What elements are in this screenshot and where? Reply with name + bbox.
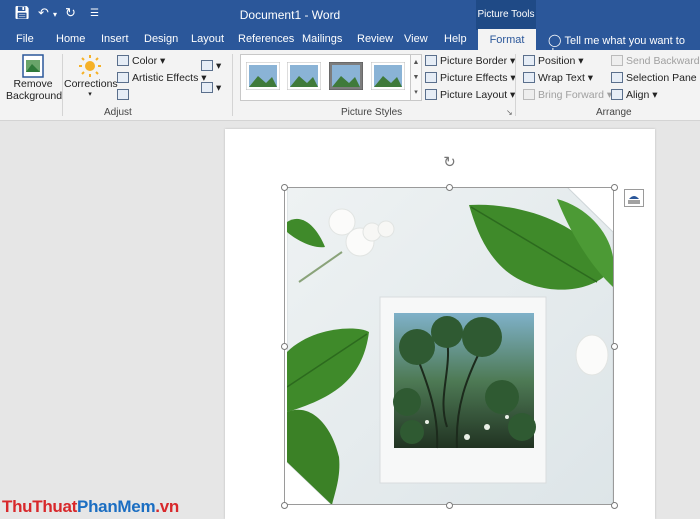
resize-handle[interactable] (281, 343, 288, 350)
position-icon (523, 55, 535, 66)
style-thumb-3[interactable] (329, 62, 363, 90)
artistic-effects-icon (117, 72, 129, 83)
layout-options-button[interactable] (624, 189, 644, 207)
send-backward-button[interactable]: Send Backward ▾ (611, 55, 700, 67)
picture-styles-group-label: Picture Styles (341, 107, 403, 118)
resize-handle[interactable] (611, 343, 618, 350)
change-picture-button[interactable]: ▾ (201, 82, 221, 94)
site-watermark: ThuThuatPhanMem.vn (2, 497, 179, 516)
tab-review[interactable]: Review (357, 33, 393, 45)
divider (232, 54, 233, 116)
tab-view[interactable]: View (404, 33, 428, 45)
title-bar: 💾︎ ↶ ▾ ↻ ☰ Document1 - Word Picture Tool… (0, 0, 700, 30)
position-button[interactable]: Position ▾ (523, 55, 584, 67)
compress-pictures-button[interactable]: ▾ (201, 60, 221, 72)
tab-help[interactable]: Help (444, 33, 467, 45)
tab-mailings[interactable]: Mailings (302, 33, 342, 45)
corrections-button[interactable]: Corrections ▾ (64, 54, 118, 106)
selection-pane-button[interactable]: Selection Pane (611, 72, 697, 84)
resize-handle[interactable] (281, 502, 288, 509)
ribbon-tabs: File Home Insert Design Layout Reference… (0, 30, 700, 59)
selection-pane-icon (611, 72, 623, 83)
tab-file[interactable]: File (16, 33, 34, 45)
wrap-text-icon (523, 72, 535, 83)
align-button[interactable]: Align ▾ (611, 89, 658, 101)
picture-effects-button[interactable]: Picture Effects ▾ (425, 72, 516, 84)
change-picture-icon (201, 82, 213, 93)
color-icon (117, 55, 129, 66)
arrange-group-label: Arrange (596, 107, 632, 118)
remove-background-button[interactable]: Remove Background (6, 54, 63, 106)
resize-handle[interactable] (611, 184, 618, 191)
picture-styles-gallery (240, 54, 412, 101)
resize-handle[interactable] (446, 184, 453, 191)
tab-insert[interactable]: Insert (101, 33, 129, 45)
picture-border-button[interactable]: Picture Border ▾ (425, 55, 515, 67)
tab-format[interactable]: Format (478, 28, 536, 51)
bring-forward-icon (523, 89, 535, 100)
gallery-scroll[interactable]: ▲ ▼ ▾ (410, 54, 422, 101)
color-button[interactable]: Color ▾ (117, 55, 165, 67)
resize-handle[interactable] (446, 502, 453, 509)
tab-design[interactable]: Design (144, 33, 178, 45)
lightbulb-icon: ◯ (548, 33, 562, 47)
remove-background-icon (22, 54, 44, 78)
sun-icon (79, 55, 101, 77)
compress-icon (201, 60, 213, 71)
remove-background-label-2: Background (6, 90, 63, 102)
tab-references[interactable]: References (238, 33, 294, 45)
tab-layout[interactable]: Layout (191, 33, 224, 45)
resize-handle[interactable] (611, 502, 618, 509)
transparency-icon (117, 89, 129, 100)
rotate-handle[interactable]: ↻ (441, 154, 458, 171)
style-thumb-4[interactable] (371, 62, 405, 90)
divider (515, 54, 516, 116)
style-thumb-2[interactable] (287, 62, 321, 90)
ribbon: Remove Background Corrections ▾ Color ▾ … (0, 50, 700, 121)
bring-forward-button[interactable]: Bring Forward ▾ (523, 89, 612, 101)
corrections-label: Corrections (64, 78, 118, 90)
tab-home[interactable]: Home (56, 33, 85, 45)
picture-effects-icon (425, 72, 437, 83)
align-icon (611, 89, 623, 100)
resize-handle[interactable] (281, 184, 288, 191)
selection-box (284, 187, 614, 505)
divider (62, 54, 63, 116)
wrap-text-button[interactable]: Wrap Text ▾ (523, 72, 593, 84)
picture-layout-icon (425, 89, 437, 100)
artistic-effects-button[interactable]: Artistic Effects ▾ (117, 72, 207, 84)
style-thumb-1[interactable] (246, 62, 280, 90)
send-backward-icon (611, 55, 623, 66)
picture-layout-button[interactable]: Picture Layout ▾ (425, 89, 515, 101)
picture-tools-label: Picture Tools (476, 0, 536, 30)
layout-options-icon (628, 196, 640, 204)
remove-background-label-1: Remove (13, 78, 53, 90)
picture-border-icon (425, 55, 437, 66)
transparency-button[interactable] (117, 89, 132, 101)
chevron-down-icon: ▾ (88, 91, 92, 98)
adjust-group-label: Adjust (104, 107, 132, 118)
format-picture-launcher-icon[interactable]: ↘ (506, 108, 513, 117)
